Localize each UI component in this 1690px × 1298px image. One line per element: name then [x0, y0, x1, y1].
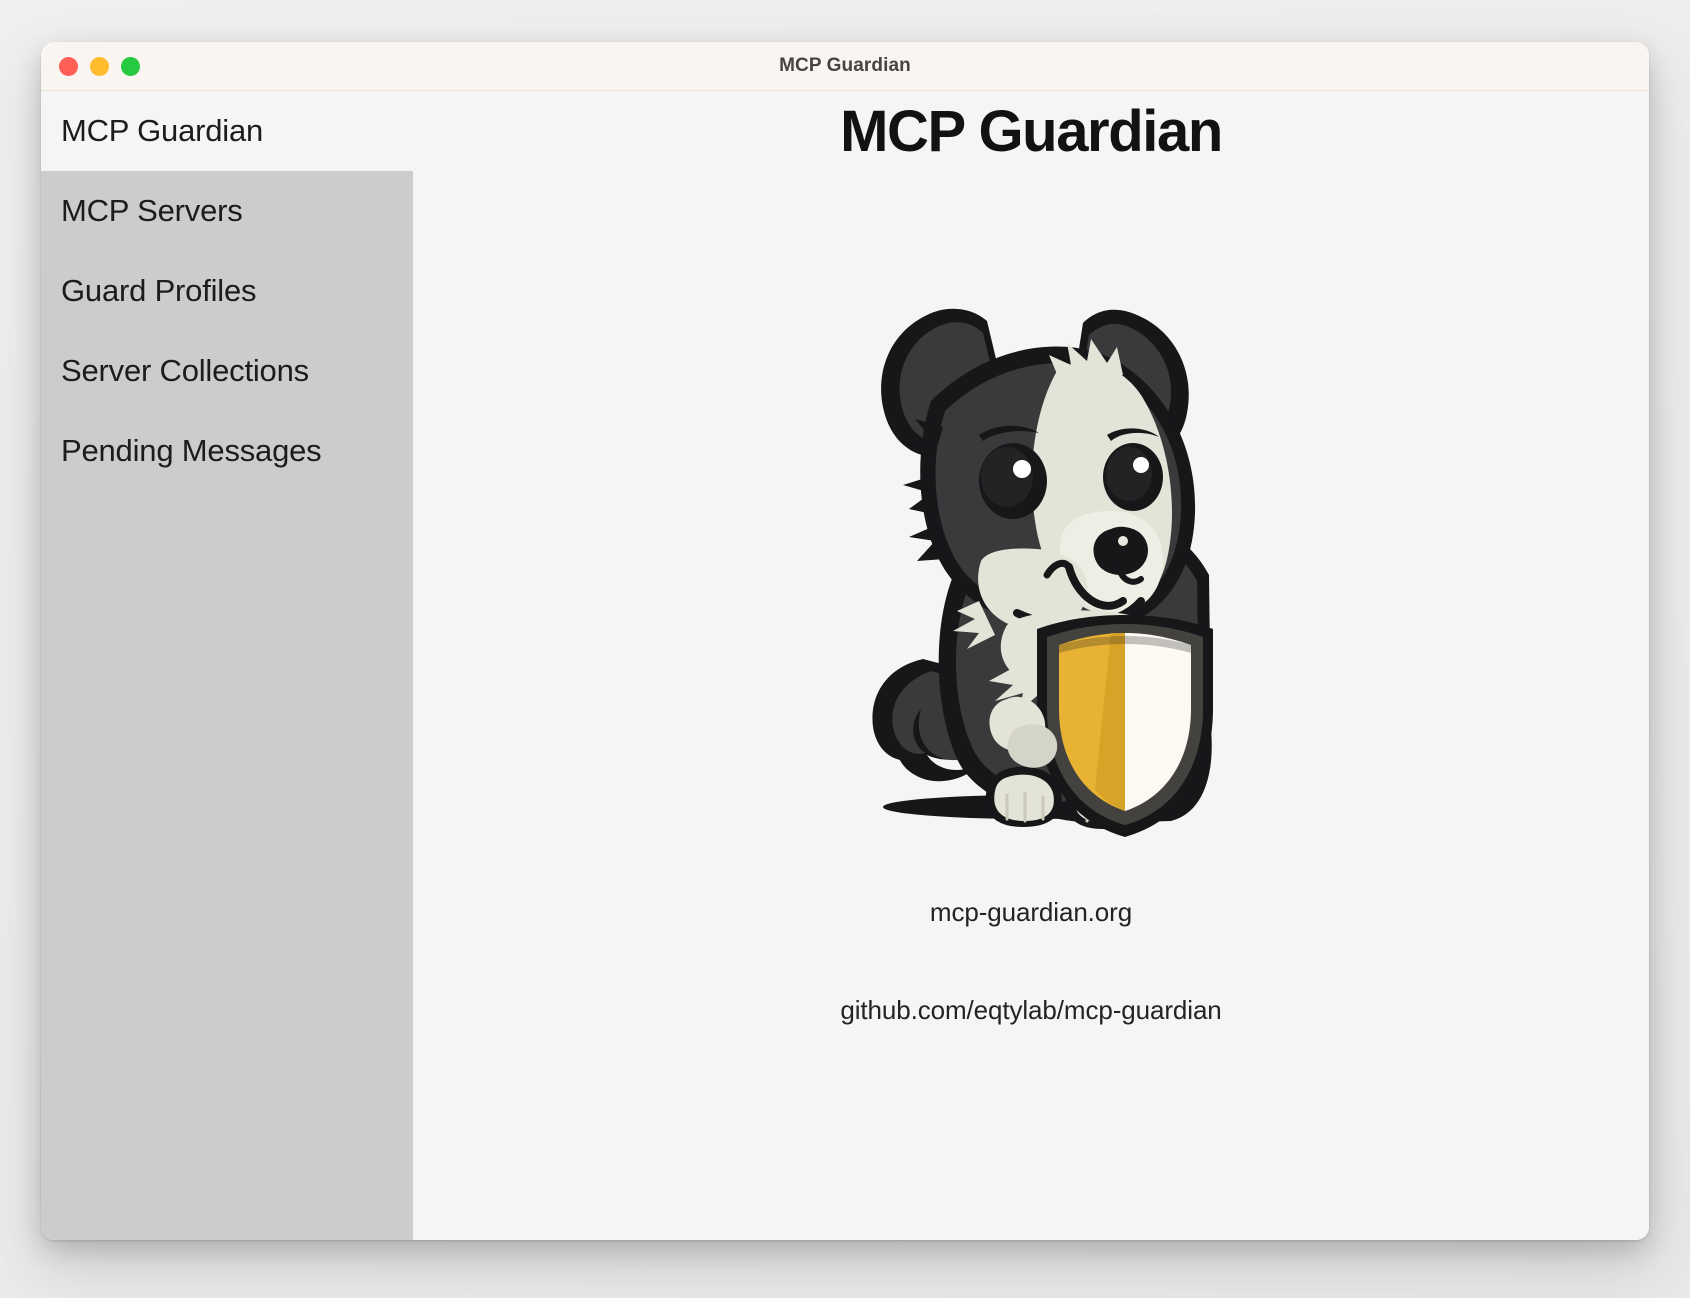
app-window: MCP Guardian MCP Guardian MCP Servers Gu…: [41, 42, 1649, 1240]
sidebar-item-guard-profiles[interactable]: Guard Profiles: [41, 251, 413, 331]
sidebar-item-server-collections[interactable]: Server Collections: [41, 331, 413, 411]
border-collie-shield-icon: [811, 229, 1251, 839]
sidebar-item-mcp-guardian[interactable]: MCP Guardian: [41, 91, 413, 171]
desktop-background: MCP Guardian MCP Guardian MCP Servers Gu…: [0, 0, 1690, 1298]
title-bar: MCP Guardian: [41, 42, 1649, 91]
sidebar-item-label: MCP Guardian: [61, 113, 264, 148]
sidebar-nav-list: MCP Servers Guard Profiles Server Collec…: [41, 171, 413, 491]
window-title: MCP Guardian: [779, 55, 911, 76]
main-content: MCP Guardian mcp-guardian.org github.com…: [413, 91, 1649, 1240]
sidebar-item-mcp-servers[interactable]: MCP Servers: [41, 171, 413, 251]
window-controls: [59, 42, 140, 90]
sidebar-item-label: Pending Messages: [61, 433, 322, 468]
sidebar-item-pending-messages[interactable]: Pending Messages: [41, 411, 413, 491]
page-title: MCP Guardian: [840, 99, 1223, 164]
sidebar-item-label: Server Collections: [61, 353, 309, 388]
sidebar-item-label: MCP Servers: [61, 193, 243, 228]
github-repo-link[interactable]: github.com/eqtylab/mcp-guardian: [840, 995, 1221, 1026]
close-button[interactable]: [59, 56, 78, 76]
sidebar-item-label: Guard Profiles: [61, 273, 257, 308]
minimize-button[interactable]: [90, 56, 109, 76]
window-body: MCP Guardian MCP Servers Guard Profiles …: [41, 91, 1649, 1240]
maximize-button[interactable]: [121, 56, 140, 76]
sidebar: MCP Guardian MCP Servers Guard Profiles …: [41, 91, 413, 1240]
website-link[interactable]: mcp-guardian.org: [930, 897, 1132, 928]
